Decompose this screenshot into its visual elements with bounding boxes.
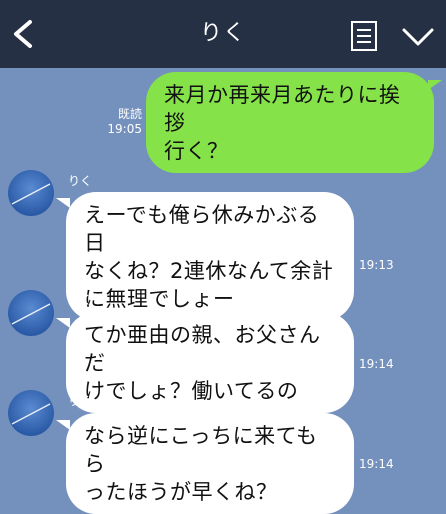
read-label: 既読 [117,107,142,121]
message-time: 19:14 [359,357,394,371]
sent-message-bubble[interactable]: 来月か再来月あたりに挨拶 行く？ [146,72,434,173]
avatar[interactable] [8,390,54,436]
avatar-image [8,170,54,216]
message-time: 19:13 [359,258,394,272]
received-message-bubble[interactable]: てか亜由の親、お父さんだ けでしょ？働いてるの [66,312,354,413]
received-message-bubble[interactable]: えーでも俺ら休みかぶる日 なくね？2連休なんて余計 に無理でしょー [66,192,354,321]
read-receipt: 既読 19:05 [100,107,142,137]
bubble-tail [56,318,70,328]
bubble-tail [56,198,70,208]
sender-name: りく [68,394,93,408]
avatar-image [8,390,54,436]
sender-name: りく [68,293,93,307]
received-message-bubble[interactable]: なら逆にこっちに来てもら ったほうが早くね？ [66,413,354,514]
dropdown-button[interactable] [400,24,436,50]
avatar-image [8,290,54,336]
chevron-down-icon [402,28,434,46]
avatar[interactable] [8,170,54,216]
bubble-tail [56,420,70,430]
sender-name: りく [68,174,93,188]
avatar[interactable] [8,290,54,336]
message-time: 19:14 [359,457,394,471]
notes-button[interactable] [348,20,380,52]
notes-icon [351,21,377,51]
message-time: 19:05 [107,122,142,136]
chat-header: りく [0,0,446,68]
